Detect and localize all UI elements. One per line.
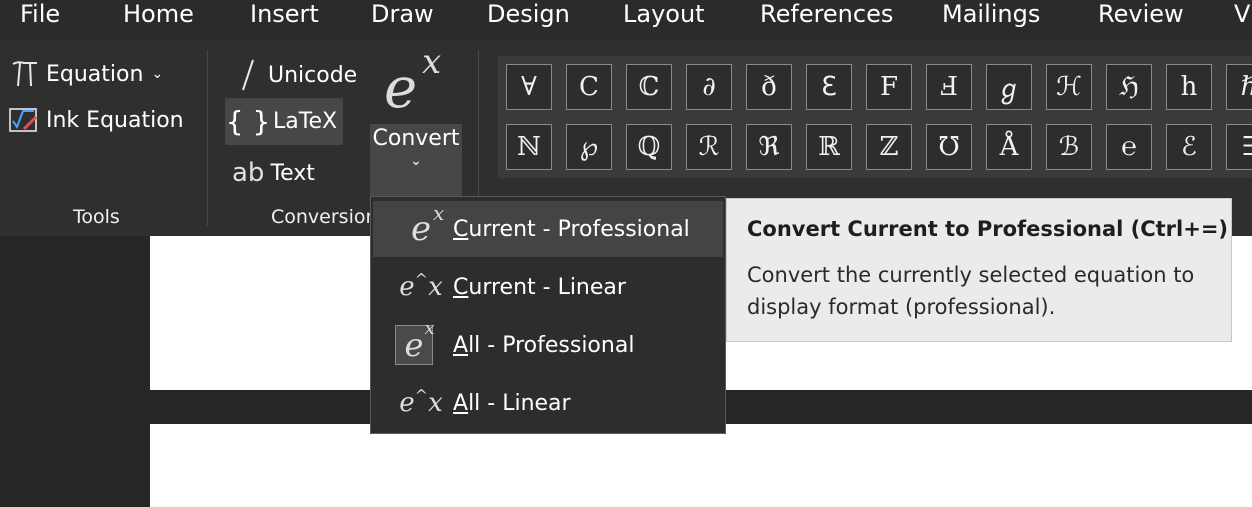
ex-icon: ex <box>393 318 449 369</box>
chevron-down-icon: ⌄ <box>410 153 422 169</box>
unicode-button[interactable]: Unicode <box>232 56 357 94</box>
menu-item-all-professional[interactable]: ex All - Professional <box>373 317 723 373</box>
symbol-double-z[interactable]: ℤ <box>866 124 912 170</box>
symbol-script-b[interactable]: ℬ <box>1046 124 1092 170</box>
menu-bar: File Home Insert Draw Design Layout Refe… <box>0 0 1252 40</box>
tooltip-body: Convert the currently selected equation … <box>747 263 1195 319</box>
tab-design[interactable]: Design <box>487 0 570 30</box>
symbol-double-q[interactable]: ℚ <box>626 124 672 170</box>
menu-item-current-professional[interactable]: ex Current - Professional <box>373 201 723 257</box>
symbol-gallery: ∀ C ℂ ∂ ð ℇ F Ⅎ ℊ ℋ ℌ h ℏ ℕ ℘ ℚ ℛ ℜ ℝ ℤ … <box>498 56 1252 178</box>
ex-icon: ex <box>384 42 442 121</box>
equation-button[interactable]: Equation ⌄ <box>10 56 163 92</box>
tab-mailings[interactable]: Mailings <box>942 0 1040 30</box>
tab-file[interactable]: File <box>20 0 60 30</box>
menu-item-all-linear[interactable]: e^x All - Linear <box>373 375 723 431</box>
symbol-fraktur-h[interactable]: ℌ <box>1106 64 1152 110</box>
tooltip-title: Convert Current to Professional (Ctrl+=) <box>747 217 1229 241</box>
symbol-script-e[interactable]: ℰ <box>1166 124 1212 170</box>
tab-home[interactable]: Home <box>123 0 194 30</box>
symbol-mho[interactable]: ℧ <box>926 124 972 170</box>
text-button[interactable]: ab Text <box>232 154 315 192</box>
symbol-f[interactable]: F <box>866 64 912 110</box>
latex-button[interactable]: { } LaTeX <box>225 98 343 145</box>
group-divider <box>207 50 208 226</box>
symbol-double-r[interactable]: ℝ <box>806 124 852 170</box>
equation-label: Equation <box>46 61 144 87</box>
symbol-double-n[interactable]: ℕ <box>506 124 552 170</box>
symbol-double-c[interactable]: ℂ <box>626 64 672 110</box>
symbol-script-r[interactable]: ℛ <box>686 124 732 170</box>
text-label: Text <box>270 160 315 186</box>
ab-icon: ab <box>232 158 265 188</box>
convert-menu: ex Current - Professional e^x Current - … <box>370 196 726 434</box>
unicode-label: Unicode <box>268 62 358 88</box>
ink-equation-icon <box>8 105 40 135</box>
symbol-weierstrass[interactable]: ℘ <box>566 124 612 170</box>
tab-layout[interactable]: Layout <box>623 0 705 30</box>
symbol-eth[interactable]: ð <box>746 64 792 110</box>
tab-insert[interactable]: Insert <box>250 0 319 30</box>
convert-dropdown-button[interactable]: Convert ⌄ <box>370 124 462 196</box>
tab-view[interactable]: V <box>1234 0 1250 30</box>
menu-item-current-linear[interactable]: e^x Current - Linear <box>373 259 723 315</box>
braces-icon: { } <box>225 105 271 138</box>
latex-label: LaTeX <box>273 109 338 134</box>
tooltip: Convert Current to Professional (Ctrl+=)… <box>726 198 1232 342</box>
pi-icon <box>10 59 40 89</box>
ex-icon: ex <box>410 201 445 249</box>
convert-button[interactable]: ex <box>370 42 462 124</box>
symbol-turned-f[interactable]: Ⅎ <box>926 64 972 110</box>
symbol-angstrom[interactable]: Å <box>986 124 1032 170</box>
chevron-down-icon: ⌄ <box>151 66 164 82</box>
ex-linear-icon: e^x <box>399 386 443 418</box>
symbol-for-all[interactable]: ∀ <box>506 64 552 110</box>
symbol-euler[interactable]: ℇ <box>806 64 852 110</box>
document-page[interactable] <box>150 424 1252 507</box>
symbol-script-h[interactable]: ℋ <box>1046 64 1092 110</box>
ex-linear-icon: e^x <box>399 270 443 302</box>
symbol-exists[interactable]: ∃ <box>1226 124 1252 170</box>
tab-references[interactable]: References <box>760 0 893 30</box>
convert-label: Convert <box>372 126 460 151</box>
symbol-c[interactable]: C <box>566 64 612 110</box>
symbol-planck[interactable]: h <box>1166 64 1212 110</box>
ink-equation-button[interactable]: Ink Equation <box>8 102 184 138</box>
symbol-fraktur-r[interactable]: ℜ <box>746 124 792 170</box>
ink-equation-label: Ink Equation <box>46 107 184 133</box>
symbol-script-g[interactable]: ℊ <box>986 64 1032 110</box>
symbol-h-bar[interactable]: ℏ <box>1226 64 1252 110</box>
symbol-estimated[interactable]: ℮ <box>1106 124 1152 170</box>
symbol-partial[interactable]: ∂ <box>686 64 732 110</box>
tools-group-label: Tools <box>73 206 120 228</box>
slash-icon <box>232 58 262 92</box>
tab-draw[interactable]: Draw <box>371 0 434 30</box>
tab-review[interactable]: Review <box>1098 0 1184 30</box>
